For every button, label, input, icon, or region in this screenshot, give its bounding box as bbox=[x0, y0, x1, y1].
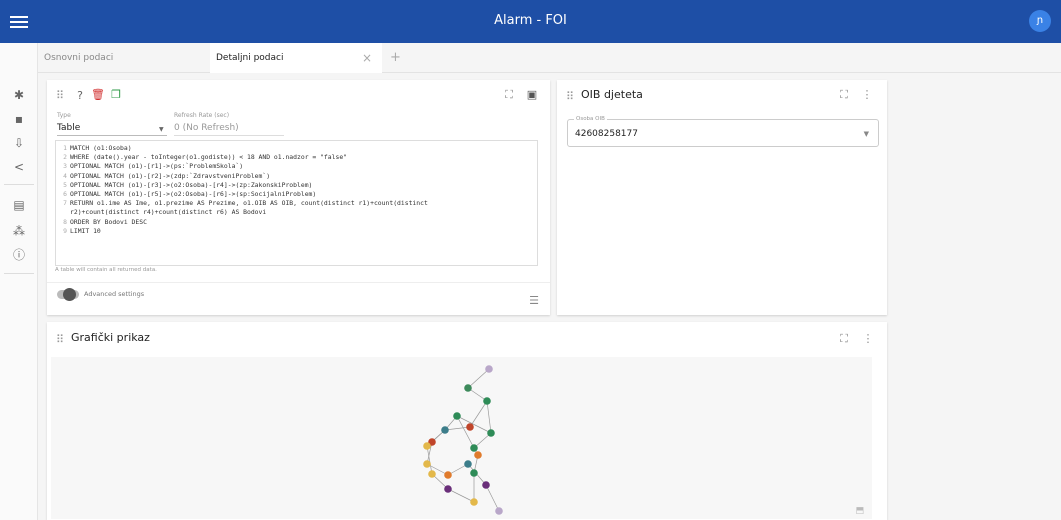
fullscreen-icon[interactable]: ⛶ bbox=[837, 88, 851, 102]
oib-card-title: OIB djeteta bbox=[581, 88, 643, 101]
graph-node[interactable] bbox=[487, 429, 495, 437]
osoba-oib-select[interactable]: Osoba OIB 42608258177 ▼ bbox=[567, 116, 879, 147]
add-tab-button[interactable]: + bbox=[390, 43, 401, 73]
tab-osnovni-podaci[interactable]: Osnovni podaci bbox=[38, 43, 208, 73]
query-card: ⠿ ? 🗑 ❐ ⛶ ▣ Type Table ▼ Refresh Rate (s… bbox=[47, 80, 550, 315]
advanced-settings-toggle[interactable] bbox=[57, 288, 79, 301]
fullscreen-icon[interactable]: ⛶ bbox=[502, 88, 516, 102]
copy-icon[interactable]: ▤ bbox=[7, 193, 31, 217]
graph-node[interactable] bbox=[464, 384, 472, 392]
graph-node[interactable] bbox=[423, 442, 431, 450]
query-line: 1 MATCH (o1:Osoba) bbox=[63, 144, 132, 152]
type-select[interactable]: Table bbox=[57, 123, 80, 133]
graph-svg bbox=[423, 365, 503, 515]
graph-node[interactable] bbox=[470, 498, 478, 506]
cypher-query-editor[interactable]: 1 MATCH (o1:Osoba) 2 WHERE (date().year - … bbox=[55, 140, 538, 266]
graph-nodes bbox=[423, 365, 503, 515]
drag-handle-icon[interactable]: ⠿ bbox=[56, 333, 64, 346]
save-icon[interactable]: ▪ bbox=[7, 107, 31, 131]
graph-node[interactable] bbox=[423, 460, 431, 468]
graph-export-icon[interactable]: ⬒ bbox=[855, 506, 864, 516]
graph-node[interactable] bbox=[453, 412, 461, 420]
graph-node[interactable] bbox=[444, 485, 452, 493]
graph-node[interactable] bbox=[495, 507, 503, 515]
save-icon[interactable]: ▣ bbox=[525, 88, 539, 102]
more-vert-icon[interactable]: ⋮ bbox=[860, 88, 874, 102]
query-line: 5 OPTIONAL MATCH (o1)-[r3]->(o2:Osoba)-[r… bbox=[63, 180, 313, 189]
type-underline bbox=[57, 135, 167, 136]
toolbar-divider bbox=[4, 184, 34, 185]
oib-card: ⠿ OIB djeteta ⛶ ⋮ Osoba OIB 42608258177 … bbox=[557, 80, 887, 315]
app-title: Alarm - FOI bbox=[494, 13, 567, 28]
refresh-rate-input[interactable]: 0 (No Refresh) bbox=[174, 123, 239, 133]
graph-card: ⠿ Grafički prikaz ⛶ ⋮ ⬒ bbox=[47, 322, 887, 520]
graph-card-title: Grafički prikaz bbox=[71, 331, 150, 344]
graph-canvas[interactable]: ⬒ bbox=[51, 357, 872, 519]
graph-node[interactable] bbox=[485, 365, 493, 373]
delete-icon[interactable]: 🗑 bbox=[91, 88, 105, 102]
query-line: 3 OPTIONAL MATCH (o1)-[r1]->(ps:`ProblemS… bbox=[63, 162, 244, 171]
graph-node[interactable] bbox=[474, 451, 482, 459]
sitemap-icon[interactable]: ⁂ bbox=[7, 219, 31, 243]
graph-node[interactable] bbox=[482, 481, 490, 489]
graph-node[interactable] bbox=[464, 460, 472, 468]
osoba-oib-value: 42608258177 bbox=[575, 129, 638, 139]
graph-node[interactable] bbox=[470, 469, 478, 477]
type-label: Type bbox=[57, 112, 71, 119]
app-bar: Alarm - FOI ɲ bbox=[0, 0, 1061, 43]
graph-node[interactable] bbox=[428, 470, 436, 478]
query-line: 4 OPTIONAL MATCH (o1)-[r2]->(zdp:`Zdravst… bbox=[63, 171, 271, 180]
info-icon[interactable]: ⓘ bbox=[7, 243, 31, 267]
chevron-down-icon: ▼ bbox=[863, 130, 869, 138]
refresh-rate-label: Refresh Rate (sec) bbox=[174, 112, 230, 119]
graph-node[interactable] bbox=[444, 471, 452, 479]
query-line: 7 RETURN o1.ime AS Ime, o1.prezime AS Pre… bbox=[63, 199, 428, 208]
gear-icon[interactable]: ✱ bbox=[7, 83, 31, 107]
query-line: 6 OPTIONAL MATCH (o1)-[r5]->(o2:Osoba)-[r… bbox=[63, 190, 317, 199]
advanced-settings-label: Advanced settings bbox=[84, 290, 145, 298]
help-icon[interactable]: ? bbox=[73, 89, 87, 103]
graph-node[interactable] bbox=[441, 426, 449, 434]
card-divider bbox=[47, 282, 550, 283]
query-line: 2 WHERE (date().year - toInteger(o1.godis… bbox=[63, 153, 348, 162]
toolbar-divider bbox=[4, 273, 34, 274]
user-avatar[interactable]: ɲ bbox=[1029, 10, 1051, 32]
graph-node[interactable] bbox=[483, 397, 491, 405]
tab-detaljni-podaci[interactable]: Detaljni podaci × bbox=[210, 43, 382, 73]
drag-handle-icon[interactable]: ⠿ bbox=[566, 90, 574, 103]
tab-label: Osnovni podaci bbox=[44, 53, 114, 63]
duplicate-icon[interactable]: ❐ bbox=[109, 88, 123, 102]
graph-node[interactable] bbox=[470, 444, 478, 452]
download-icon[interactable]: ⇩ bbox=[7, 131, 31, 155]
query-line: 8 ORDER BY Bodovi DESC bbox=[63, 217, 147, 226]
more-vert-icon[interactable]: ⋮ bbox=[861, 332, 875, 346]
close-icon[interactable]: × bbox=[362, 43, 372, 73]
share-icon[interactable]: < bbox=[7, 155, 31, 179]
query-line: r2)+count(distinct r4)+count(distinct r6… bbox=[70, 208, 267, 217]
tab-bar: Osnovni podaci Detaljni podaci × + bbox=[38, 43, 1061, 73]
helper-text: A table will contain all returned data. bbox=[55, 267, 157, 273]
refresh-underline bbox=[174, 135, 284, 136]
graph-edges bbox=[426, 368, 500, 512]
tab-label: Detaljni podaci bbox=[216, 53, 284, 63]
osoba-oib-label: Osoba OIB bbox=[574, 116, 607, 122]
chevron-down-icon[interactable]: ▼ bbox=[159, 126, 164, 133]
settings-sliders-icon[interactable]: ☰ bbox=[527, 294, 541, 308]
query-line: 9 LIMIT 10 bbox=[63, 226, 101, 235]
drag-handle-icon[interactable]: ⠿ bbox=[56, 89, 64, 102]
left-toolbar: ✱ ▪ ⇩ < ▤ ⁂ ⓘ bbox=[0, 43, 38, 520]
graph-node[interactable] bbox=[466, 423, 474, 431]
fullscreen-icon[interactable]: ⛶ bbox=[837, 332, 851, 346]
